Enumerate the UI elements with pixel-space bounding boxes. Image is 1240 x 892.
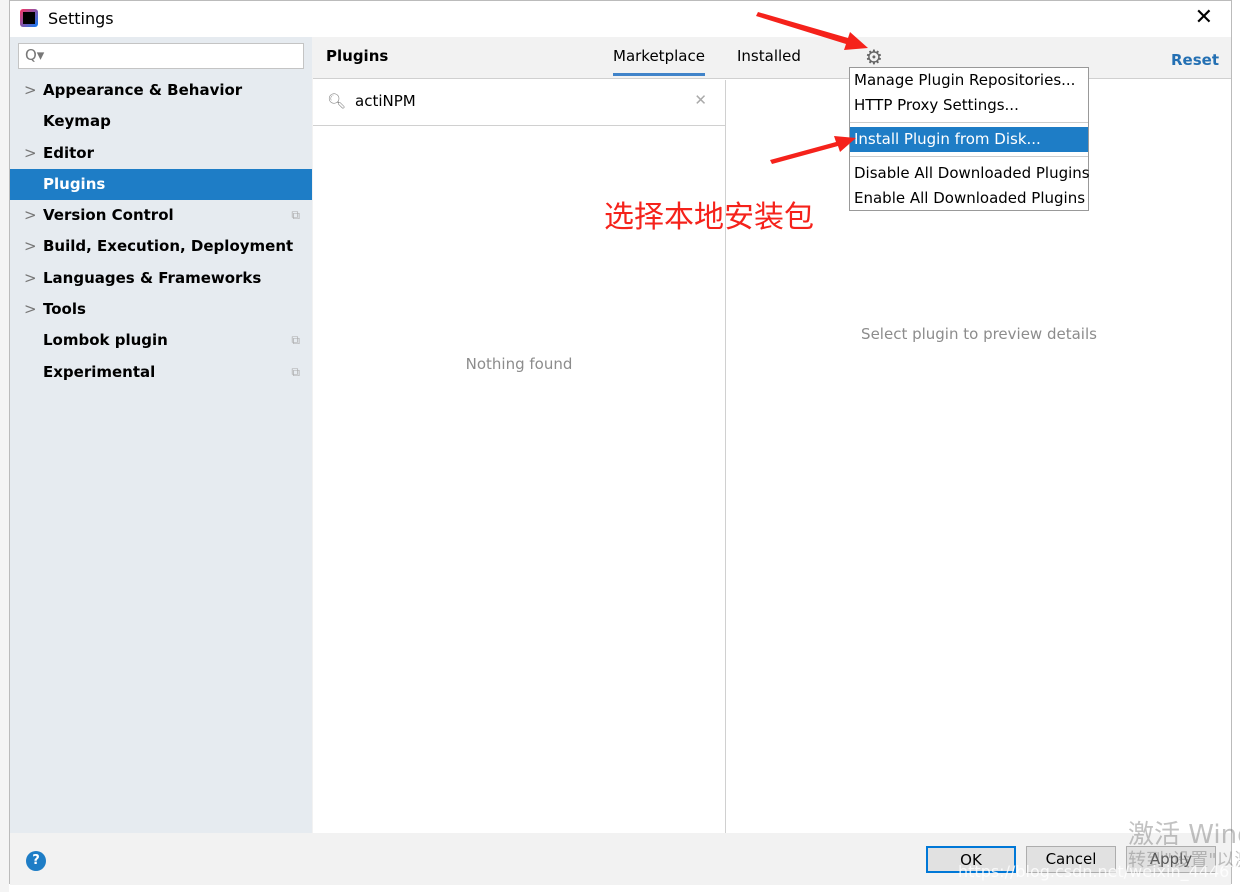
sidebar-item-label: Tools: [43, 300, 86, 319]
sidebar-item-label: Experimental: [43, 362, 156, 381]
clear-search-icon[interactable]: ✕: [694, 91, 707, 109]
watermark-url: https://blog.csdn.net/weixin_44467567: [958, 862, 1240, 881]
intellij-logo-icon: [20, 9, 38, 27]
sidebar-item-label: Editor: [43, 143, 94, 162]
page-title: Plugins: [326, 47, 389, 65]
empty-state: Nothing found: [465, 355, 573, 373]
sidebar-item-label: Plugins: [43, 174, 106, 193]
search-value: actiNPM: [355, 92, 416, 110]
gear-dropdown-menu: Manage Plugin Repositories... HTTP Proxy …: [849, 67, 1090, 211]
sidebar-item-lombok-plugin[interactable]: Lombok plugin ⧉: [10, 325, 312, 356]
menu-item[interactable]: Install Plugin from Disk...: [850, 127, 1088, 152]
annotation-text: 选择本地安装包: [604, 200, 814, 235]
chevron-right-icon[interactable]: >: [24, 263, 37, 294]
reset-link[interactable]: Reset: [1171, 51, 1219, 69]
menu-item[interactable]: HTTP Proxy Settings...: [850, 93, 1088, 118]
tab-marketplace[interactable]: Marketplace: [613, 47, 705, 76]
sidebar-item-label: Build, Execution, Deployment: [43, 237, 294, 256]
sidebar-item-keymap[interactable]: Keymap: [10, 106, 312, 137]
plugins-panel: Plugins Marketplace Installed ⚙ Reset 🔍︎…: [313, 37, 1231, 833]
sidebar-item-label: Lombok plugin: [43, 331, 168, 350]
menu-item[interactable]: Enable All Downloaded Plugins: [850, 186, 1088, 211]
search-icon: 🔍︎: [327, 92, 347, 110]
sidebar-item-appearance-behavior[interactable]: > Appearance & Behavior: [10, 75, 312, 106]
sidebar-item-label: Version Control: [43, 206, 174, 225]
project-scope-icon: ⧉: [291, 364, 300, 379]
sidebar-item-version-control[interactable]: > Version Control ⧉: [10, 200, 312, 231]
project-scope-icon: ⧉: [291, 208, 300, 223]
sidebar-item-build-execution-deployment[interactable]: > Build, Execution, Deployment: [10, 231, 312, 262]
menu-item[interactable]: Disable All Downloaded Plugins: [850, 161, 1090, 186]
project-scope-icon: ⧉: [291, 333, 300, 348]
preview-placeholder: Select plugin to preview details: [861, 325, 1097, 343]
close-icon[interactable]: ✕: [1195, 5, 1213, 30]
chevron-right-icon[interactable]: >: [24, 294, 37, 325]
tab-installed[interactable]: Installed: [737, 47, 801, 65]
settings-search-input[interactable]: Q▾: [18, 43, 304, 69]
sidebar-item-label: Appearance & Behavior: [43, 81, 243, 99]
sidebar-item-tools[interactable]: > Tools: [10, 294, 312, 325]
background-editor-strip: [0, 0, 9, 892]
title-bar: Settings ✕: [10, 1, 1231, 37]
chevron-right-icon[interactable]: >: [24, 75, 37, 106]
sidebar-item-editor[interactable]: > Editor: [10, 138, 312, 169]
plugins-header: Plugins Marketplace Installed ⚙ Reset: [313, 37, 1231, 79]
chevron-right-icon[interactable]: >: [24, 200, 37, 231]
menu-separator: [850, 156, 1088, 157]
window-title: Settings: [48, 9, 114, 28]
chevron-right-icon[interactable]: >: [24, 138, 37, 169]
menu-item[interactable]: Manage Plugin Repositories...: [850, 68, 1088, 93]
help-button[interactable]: ?: [26, 851, 46, 871]
sidebar-item-plugins[interactable]: Plugins: [10, 168, 312, 201]
chevron-right-icon[interactable]: >: [24, 231, 37, 262]
gear-icon[interactable]: ⚙: [865, 45, 883, 69]
sidebar-item-experimental[interactable]: Experimental ⧉: [10, 357, 312, 388]
settings-nav: > Appearance & Behavior Keymap > Editor Plugi…: [10, 75, 312, 388]
sidebar-item-label: Languages & Frameworks: [43, 268, 262, 287]
sidebar-item-languages-frameworks[interactable]: > Languages & Frameworks: [10, 263, 312, 294]
plugin-search-input[interactable]: 🔍︎ actiNPM ✕: [313, 80, 725, 126]
sidebar-item-label: Keymap: [43, 112, 111, 131]
menu-separator: [850, 122, 1088, 123]
sidebar: Q▾ > Appearance & Behavior Keymap > Editor Pl…: [10, 37, 312, 833]
search-icon: Q▾: [25, 46, 45, 64]
